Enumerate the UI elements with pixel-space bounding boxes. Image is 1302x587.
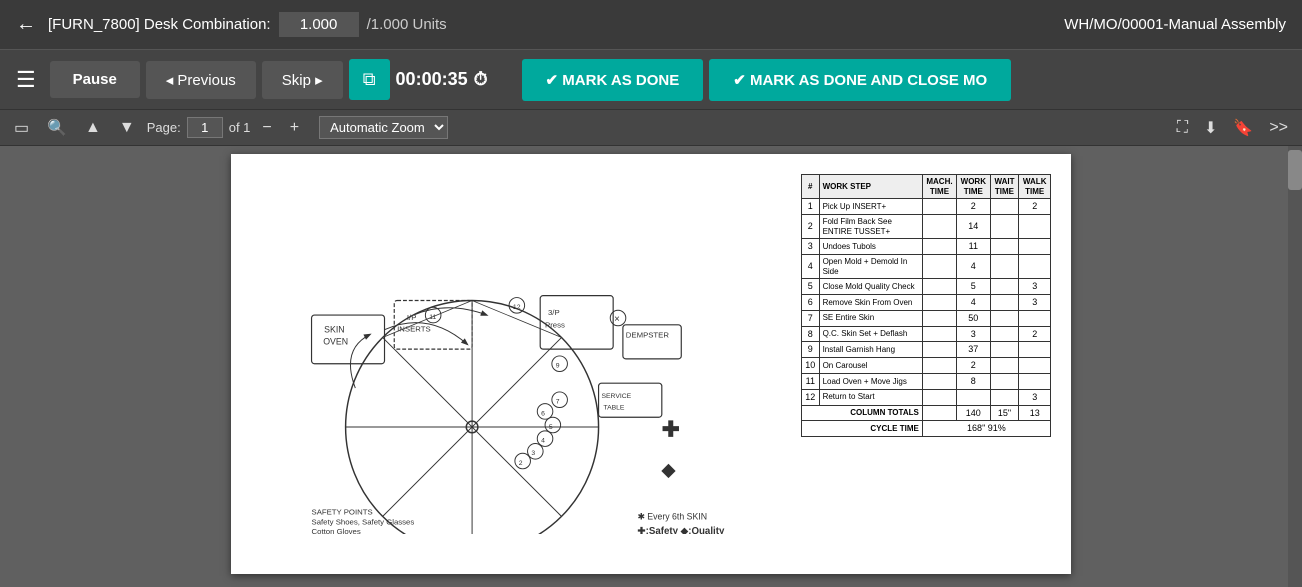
work-diagram: SKIN OVEN I/P INSERTS 3/P Press × DEMPST… <box>251 174 771 534</box>
table-row: 11Load Oven + Move Jigs8 <box>802 373 1051 389</box>
table-row: 10On Carousel2 <box>802 358 1051 374</box>
svg-text:DEMPSTER: DEMPSTER <box>626 330 670 339</box>
svg-text:9: 9 <box>556 363 560 370</box>
svg-text:SKIN: SKIN <box>324 325 344 335</box>
svg-text:◆: ◆ <box>661 460 677 480</box>
bookmark-button[interactable]: 🔖 <box>1227 116 1259 140</box>
table-row: 3Undoes Tubols11 <box>802 239 1051 255</box>
timer-display: 00:00:35 <box>396 69 468 90</box>
svg-text:Cotton Gloves: Cotton Gloves <box>312 527 361 534</box>
zoom-select[interactable]: Automatic Zoom 50% 75% 100% 150% <box>319 116 448 139</box>
scrollbar-track[interactable] <box>1288 146 1302 587</box>
units-label: /1.000 Units <box>367 16 447 33</box>
timer-section: 00:00:35 ⏱ <box>396 69 516 90</box>
pause-button[interactable]: Pause <box>50 61 140 98</box>
svg-text:2: 2 <box>519 460 523 467</box>
toggle-sidebar-button[interactable]: ▭ <box>8 116 35 140</box>
table-row: 8Q.C. Skin Set + Deflash32 <box>802 326 1051 342</box>
svg-text:Safety Shoes, Safety Glasses: Safety Shoes, Safety Glasses <box>312 517 415 526</box>
table-row: 7SE Entire Skin50 <box>802 310 1051 326</box>
content-area: SKIN OVEN I/P INSERTS 3/P Press × DEMPST… <box>0 146 1302 587</box>
skip-button[interactable]: Skip ▸ <box>262 61 343 99</box>
zoom-in-button[interactable]: + <box>284 117 305 139</box>
page-total: of 1 <box>229 120 251 135</box>
search-button[interactable]: 🔍 <box>41 116 73 140</box>
prev-page-button[interactable]: ▲ <box>79 117 107 139</box>
svg-text:3/P: 3/P <box>548 308 560 317</box>
copy-button[interactable]: ⧉ <box>349 59 390 100</box>
next-page-button[interactable]: ▼ <box>113 117 141 139</box>
svg-text:OVEN: OVEN <box>323 336 348 346</box>
page-number-input[interactable] <box>187 117 223 138</box>
svg-text:✱ Every 6th SKIN: ✱ Every 6th SKIN <box>637 511 707 521</box>
mo-reference: WH/MO/00001-Manual Assembly <box>1064 16 1286 33</box>
timer-icon[interactable]: ⏱ <box>474 69 488 90</box>
quantity-input[interactable] <box>279 12 359 37</box>
previous-button[interactable]: ◂ Previous <box>146 61 256 99</box>
pdf-toolbar: ▭ 🔍 ▲ ▼ Page: of 1 − + Automatic Zoom 50… <box>0 110 1302 146</box>
table-row: 9Install Garnish Hang37 <box>802 342 1051 358</box>
page-title: [FURN_7800] Desk Combination: <box>48 16 271 33</box>
svg-text:SERVICE: SERVICE <box>601 393 631 400</box>
svg-text:Press: Press <box>545 321 565 330</box>
table-row: 2Fold Film Back See ENTIRE TUSSET+14 <box>802 214 1051 238</box>
top-bar: ← [FURN_7800] Desk Combination: /1.000 U… <box>0 0 1302 50</box>
svg-text:12: 12 <box>513 304 521 311</box>
work-steps-table: # WORK STEP MACH. TIME WORK TIME WAIT TI… <box>801 174 1051 437</box>
svg-text:3: 3 <box>531 450 535 457</box>
page-label: Page: <box>147 120 181 135</box>
title-section: [FURN_7800] Desk Combination: /1.000 Uni… <box>48 12 1064 37</box>
svg-text:4: 4 <box>541 438 545 445</box>
menu-button[interactable]: ☰ <box>8 67 44 93</box>
svg-text:INSERTS: INSERTS <box>397 325 431 334</box>
zoom-out-button[interactable]: − <box>256 117 277 139</box>
svg-text:✚: ✚ <box>662 418 680 442</box>
svg-text:✚:Safety ◆:Quality: ✚:Safety ◆:Quality <box>637 526 724 534</box>
pdf-page: SKIN OVEN I/P INSERTS 3/P Press × DEMPST… <box>231 154 1071 574</box>
diagram-container: SKIN OVEN I/P INSERTS 3/P Press × DEMPST… <box>251 174 1051 534</box>
svg-text:TABLE: TABLE <box>603 404 624 411</box>
more-button[interactable]: >> <box>1263 116 1294 140</box>
table-row: 12Return to Start3 <box>802 389 1051 405</box>
action-bar: ☰ Pause ◂ Previous Skip ▸ ⧉ 00:00:35 ⏱ ✔… <box>0 50 1302 110</box>
mark-done-button[interactable]: ✔ MARK AS DONE <box>522 59 704 101</box>
svg-text:5: 5 <box>549 424 553 431</box>
svg-text:6: 6 <box>541 410 545 417</box>
table-row: 4Open Mold + Demold In Side4 <box>802 254 1051 278</box>
pdf-right-tools: ⛶ ⬇ 🔖 >> <box>1171 116 1294 140</box>
fullscreen-button[interactable]: ⛶ <box>1171 116 1194 140</box>
svg-text:11: 11 <box>429 314 436 321</box>
table-row: 1Pick Up INSERT+22 <box>802 199 1051 215</box>
table-row: 6Remove Skin From Oven43 <box>802 294 1051 310</box>
svg-text:7: 7 <box>556 399 560 406</box>
mark-done-close-button[interactable]: ✔ MARK AS DONE AND CLOSE MO <box>709 59 1011 101</box>
back-button[interactable]: ← <box>16 13 36 36</box>
scrollbar-thumb[interactable] <box>1288 150 1302 190</box>
table-row: 5Close Mold Quality Check53 <box>802 279 1051 295</box>
download-button[interactable]: ⬇ <box>1198 116 1223 140</box>
svg-text:×: × <box>614 314 620 325</box>
svg-text:SAFETY POINTS: SAFETY POINTS <box>312 508 373 517</box>
